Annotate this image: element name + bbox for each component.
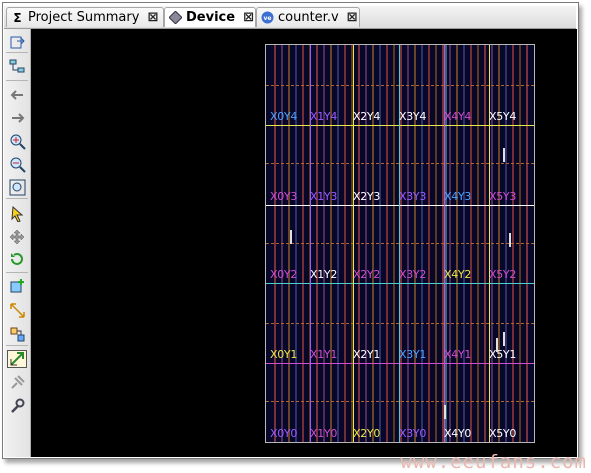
clock-region-label[interactable]: X4Y3 xyxy=(444,191,471,203)
clock-region-label[interactable]: X5Y2 xyxy=(489,269,516,281)
clock-region-boundary xyxy=(399,45,400,442)
clock-region-label[interactable]: X2Y1 xyxy=(353,349,380,361)
toolbar-separator xyxy=(6,52,28,53)
clock-region-label[interactable]: X2Y0 xyxy=(353,428,380,440)
placed-cell[interactable] xyxy=(503,148,505,162)
tab-label: Device xyxy=(186,10,236,25)
placed-cell[interactable] xyxy=(290,230,292,244)
clock-region-boundary xyxy=(266,205,534,206)
close-icon[interactable]: ⊠ xyxy=(147,10,158,25)
clock-region-label[interactable]: X3Y2 xyxy=(399,269,426,281)
zoom-in-icon[interactable] xyxy=(7,132,27,150)
close-icon[interactable]: ⊠ xyxy=(347,10,358,25)
clock-region-label[interactable]: X4Y1 xyxy=(444,349,471,361)
placed-cell[interactable] xyxy=(444,405,446,419)
select-cursor-icon[interactable] xyxy=(7,204,27,222)
clock-region-label[interactable]: X5Y4 xyxy=(489,111,516,123)
tab-label: Project Summary xyxy=(28,10,140,25)
verilog-file-icon: ve xyxy=(261,11,274,24)
settings-wrench-icon[interactable] xyxy=(7,397,27,415)
clock-region-label[interactable]: X3Y1 xyxy=(399,349,426,361)
clock-row-line xyxy=(266,85,534,86)
zoom-fit-icon[interactable] xyxy=(7,178,27,196)
placed-cell[interactable] xyxy=(503,332,505,346)
forward-arrow-icon[interactable] xyxy=(7,109,27,127)
clock-region-boundary xyxy=(444,45,445,442)
clock-region-label[interactable]: X0Y4 xyxy=(270,111,297,123)
device-floorplan[interactable]: X0Y4 X1Y4 X2Y4 X3Y4 X4Y4 X5Y4 X0Y3 X1Y3 X2Y3 X3Y3… xyxy=(265,44,535,443)
clock-region-label[interactable]: X1Y4 xyxy=(310,111,337,123)
clock-row-line xyxy=(266,243,534,244)
clock-region-label[interactable]: X0Y1 xyxy=(270,349,297,361)
resize-icon[interactable] xyxy=(7,301,27,319)
clock-region-label[interactable]: X4Y0 xyxy=(444,428,471,440)
clock-region-boundary xyxy=(266,125,534,126)
clock-row-line xyxy=(266,323,534,324)
clock-region-label[interactable]: X3Y0 xyxy=(399,428,426,440)
route-toggle-icon[interactable] xyxy=(7,350,27,368)
clock-region-boundary xyxy=(489,45,490,442)
clock-region-label[interactable]: X1Y0 xyxy=(310,428,337,440)
disabled-pin-icon[interactable] xyxy=(7,373,27,391)
clock-region-label[interactable]: X2Y2 xyxy=(353,269,380,281)
back-arrow-icon[interactable] xyxy=(7,86,27,104)
clock-region-label[interactable]: X4Y2 xyxy=(444,269,471,281)
toolbar-separator xyxy=(6,80,28,81)
auto-fit-selection-icon[interactable] xyxy=(7,33,27,51)
clock-region-label[interactable]: X5Y0 xyxy=(489,428,516,440)
toolbar-separator xyxy=(6,272,28,273)
svg-text:ve: ve xyxy=(264,15,272,22)
clock-row-line xyxy=(266,401,534,402)
toolbar-separator xyxy=(6,345,28,346)
add-pblock-icon[interactable] xyxy=(7,277,27,295)
device-view-toolbar xyxy=(4,29,31,457)
move-icon[interactable] xyxy=(7,228,27,246)
clock-region-label[interactable]: X5Y3 xyxy=(489,191,516,203)
clock-region-label[interactable]: X1Y1 xyxy=(310,349,337,361)
sigma-icon: Σ xyxy=(13,10,22,25)
clock-row-line xyxy=(266,163,534,164)
clock-region-label[interactable]: X3Y4 xyxy=(399,111,426,123)
chip-icon xyxy=(169,11,182,24)
clock-region-label[interactable]: X0Y3 xyxy=(270,191,297,203)
clock-region-label[interactable]: X0Y2 xyxy=(270,269,297,281)
tab-counter-v[interactable]: ve counter.v ⊠ xyxy=(256,7,360,27)
tab-device[interactable]: Device ⊠ xyxy=(164,7,256,27)
clock-region-label[interactable]: X3Y3 xyxy=(399,191,426,203)
clock-region-label[interactable]: X5Y1 xyxy=(489,349,516,361)
close-icon[interactable]: ⊠ xyxy=(243,10,254,25)
clock-region-label[interactable]: X1Y3 xyxy=(310,191,337,203)
editor-tab-bar: Σ Project Summary ⊠ Device ⊠ ve counter.… xyxy=(4,6,576,29)
fit-tree-icon[interactable] xyxy=(7,57,27,75)
clock-region-boundary xyxy=(310,45,311,442)
tab-label: counter.v xyxy=(278,10,339,25)
zoom-out-icon[interactable] xyxy=(7,155,27,173)
clock-region-label[interactable]: X2Y3 xyxy=(353,191,380,203)
clock-region-label[interactable]: X1Y2 xyxy=(310,269,337,281)
clock-region-boundary xyxy=(266,363,534,364)
clock-region-boundary xyxy=(353,45,354,442)
placed-cell[interactable] xyxy=(496,338,498,352)
clock-region-boundary xyxy=(266,283,534,284)
tab-project-summary[interactable]: Σ Project Summary ⊠ xyxy=(6,7,164,27)
schematic-icon[interactable] xyxy=(7,325,27,343)
clock-region-label[interactable]: X0Y0 xyxy=(270,428,297,440)
device-canvas[interactable]: X0Y4 X1Y4 X2Y4 X3Y4 X4Y4 X5Y4 X0Y3 X1Y3 X2Y3 X3Y3… xyxy=(31,29,577,457)
clock-region-label[interactable]: X2Y4 xyxy=(353,111,380,123)
watermark: www.eeufans.com xyxy=(400,451,587,473)
clock-region-label[interactable]: X4Y4 xyxy=(444,111,471,123)
rotate-icon[interactable] xyxy=(7,250,27,268)
toolbar-separator xyxy=(6,198,28,199)
placed-cell[interactable] xyxy=(509,233,511,247)
